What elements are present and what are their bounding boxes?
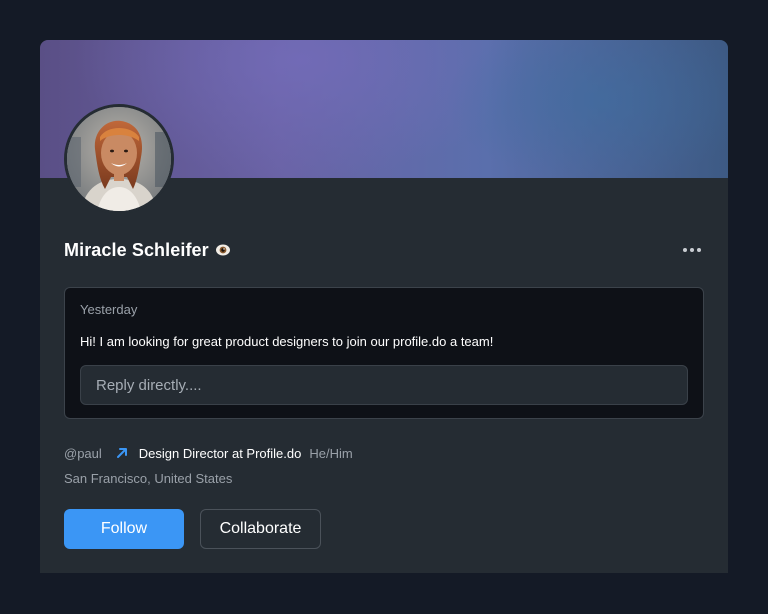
eye-icon: [215, 242, 231, 258]
avatar-photo: [67, 107, 171, 211]
message-timestamp: Yesterday: [80, 302, 138, 317]
profile-pronouns: He/Him: [309, 445, 353, 461]
profile-location: San Francisco, United States: [64, 471, 233, 486]
message-text: Hi! I am looking for great product desig…: [80, 334, 494, 349]
profile-handle: @paul: [64, 445, 102, 461]
more-dot: [683, 248, 687, 252]
message-box: Yesterday Hi! I am looking for great pro…: [64, 287, 704, 419]
more-dot: [690, 248, 694, 252]
follow-button[interactable]: Follow: [64, 509, 184, 549]
collaborate-button[interactable]: Collaborate: [200, 509, 321, 549]
profile-name: Miracle Schleifer: [64, 239, 209, 260]
name-row: Miracle Schleifer: [64, 238, 704, 262]
avatar[interactable]: [64, 104, 174, 214]
arrow-up-right-icon[interactable]: [115, 446, 129, 460]
more-dot: [697, 248, 701, 252]
more-options-icon[interactable]: [680, 238, 704, 262]
profile-meta: @paul Design Director at Profile.do He/H…: [64, 444, 353, 462]
profile-role[interactable]: Design Director at Profile.do: [139, 446, 302, 461]
profile-card: Miracle Schleifer Yesterday Hi! I am loo…: [40, 40, 728, 573]
reply-input[interactable]: [80, 365, 688, 405]
